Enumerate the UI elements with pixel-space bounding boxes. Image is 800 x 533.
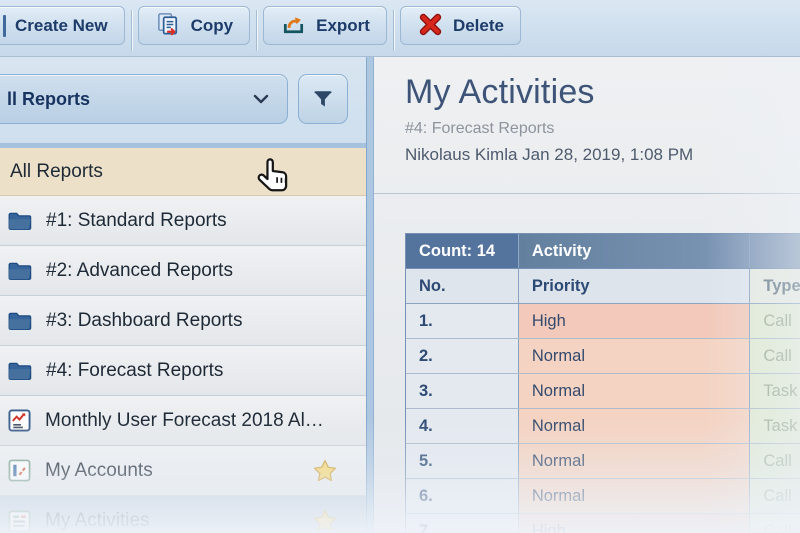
activities-report-icon xyxy=(8,510,31,533)
folder-icon xyxy=(8,361,32,381)
sidebar: ll Reports All Reports #1: Standard Repor… xyxy=(0,57,366,533)
cell-type: Call xyxy=(750,339,800,373)
page-author-date: Nikolaus Kimla Jan 28, 2019, 1:08 PM xyxy=(405,145,694,164)
cell-type: Task xyxy=(750,374,800,408)
toolbar: Create New Copy Export Delete xyxy=(0,0,800,57)
sidebar-item[interactable]: Monthly User Forecast 2018 Al… xyxy=(0,396,366,446)
count-header-cell: Count: 14 xyxy=(406,234,519,268)
cell-no: 1. xyxy=(406,304,519,338)
cell-priority: Normal xyxy=(518,444,751,478)
cell-priority: Normal xyxy=(518,339,751,373)
export-icon xyxy=(280,11,307,41)
reports-dropdown[interactable]: ll Reports xyxy=(0,74,288,124)
accounts-report-icon xyxy=(8,459,31,482)
table-row[interactable]: 7. High Call xyxy=(406,514,800,533)
copy-button[interactable]: Copy xyxy=(137,6,251,45)
cell-no: 3. xyxy=(406,374,519,408)
delete-button[interactable]: Delete xyxy=(399,6,521,45)
main-content: My Activities #4: Forecast Reports Nikol… xyxy=(374,57,800,533)
app-window: Create New Copy Export Delete ll Reports… xyxy=(0,0,800,533)
toolbar-separator xyxy=(130,9,132,51)
table-group-header-row: Count: 14 Activity xyxy=(406,234,800,269)
activities-table: Count: 14 Activity No. Priority Type 1. H… xyxy=(405,233,800,533)
cell-priority: High xyxy=(518,514,751,533)
toolbar-separator xyxy=(392,9,394,51)
cell-priority: Normal xyxy=(518,374,751,408)
create-new-label: Create New xyxy=(15,15,108,35)
sidebar-item-label: #2: Advanced Reports xyxy=(46,259,233,281)
sidebar-item[interactable]: #1: Standard Reports xyxy=(0,196,366,246)
cell-type: Call xyxy=(750,514,800,533)
table-row[interactable]: 6. Normal Call xyxy=(406,479,800,514)
cell-priority: Normal xyxy=(518,409,751,443)
create-new-icon xyxy=(3,14,6,37)
toolbar-separator xyxy=(256,9,258,51)
sidebar-item-label: #4: Forecast Reports xyxy=(46,359,224,381)
sidebar-main-divider[interactable] xyxy=(366,57,374,533)
cell-type: Task xyxy=(750,409,800,443)
sidebar-item-label: Monthly User Forecast 2018 Al… xyxy=(45,409,324,431)
chevron-down-icon xyxy=(253,94,269,104)
table-row[interactable]: 1. High Call xyxy=(406,304,800,339)
sidebar-item[interactable]: #2: Advanced Reports xyxy=(0,246,366,296)
sidebar-item-label: My Accounts xyxy=(45,459,153,481)
table-row[interactable]: 2. Normal Call xyxy=(406,339,800,374)
filter-funnel-icon xyxy=(311,87,335,111)
group-header-cell-spacer xyxy=(750,234,800,268)
sidebar-item-label: All Reports xyxy=(10,160,103,182)
sidebar-item-label: #3: Dashboard Reports xyxy=(46,309,243,331)
cell-priority: High xyxy=(518,304,751,338)
sidebar-filter-panel: ll Reports xyxy=(0,57,366,143)
cell-type: Call xyxy=(750,444,800,478)
cell-no: 6. xyxy=(406,479,519,513)
table-row[interactable]: 4. Normal Task xyxy=(406,409,800,444)
cell-type: Call xyxy=(750,304,800,338)
table-row[interactable]: 3. Normal Task xyxy=(406,374,800,409)
star-icon[interactable] xyxy=(312,508,338,533)
column-header-no[interactable]: No. xyxy=(406,269,519,303)
create-new-button[interactable]: Create New xyxy=(0,6,125,45)
sidebar-item[interactable]: My Activities xyxy=(0,496,366,533)
delete-icon xyxy=(417,11,444,41)
header-divider xyxy=(374,193,800,194)
column-header-type[interactable]: Type xyxy=(750,269,800,303)
cell-no: 7. xyxy=(406,514,519,533)
page-title: My Activities xyxy=(405,73,595,111)
export-button[interactable]: Export xyxy=(263,6,387,45)
cell-priority: Normal xyxy=(518,479,751,513)
sidebar-item-label: My Activities xyxy=(45,510,150,531)
star-icon[interactable] xyxy=(312,458,338,484)
sidebar-item[interactable]: #3: Dashboard Reports xyxy=(0,296,366,346)
filter-button[interactable] xyxy=(298,74,348,124)
line-chart-icon xyxy=(8,409,31,432)
folder-icon xyxy=(8,211,32,231)
cell-no: 2. xyxy=(406,339,519,373)
table-column-header-row: No. Priority Type xyxy=(406,269,800,304)
copy-label: Copy xyxy=(190,15,234,35)
copy-icon xyxy=(155,11,182,41)
report-list: All Reports #1: Standard Reports #2: Advan… xyxy=(0,148,366,533)
delete-label: Delete xyxy=(452,15,504,35)
sidebar-item[interactable]: #4: Forecast Reports xyxy=(0,346,366,396)
sidebar-item[interactable]: My Accounts xyxy=(0,446,366,496)
cell-no: 5. xyxy=(406,444,519,478)
cell-no: 4. xyxy=(406,409,519,443)
group-header-cell: Activity xyxy=(518,234,751,268)
reports-dropdown-value: ll Reports xyxy=(7,88,91,109)
sidebar-item-label: #1: Standard Reports xyxy=(46,209,227,231)
folder-icon xyxy=(8,311,32,331)
page-subtitle: #4: Forecast Reports xyxy=(405,120,555,137)
cell-type: Call xyxy=(750,479,800,513)
folder-icon xyxy=(8,261,32,281)
column-header-priority[interactable]: Priority xyxy=(518,269,751,303)
table-body: 1. High Call 2. Normal Call 3. Normal Task 4. Norm… xyxy=(406,304,800,533)
export-label: Export xyxy=(316,15,370,35)
sidebar-item[interactable]: All Reports xyxy=(0,148,366,196)
table-row[interactable]: 5. Normal Call xyxy=(406,444,800,479)
